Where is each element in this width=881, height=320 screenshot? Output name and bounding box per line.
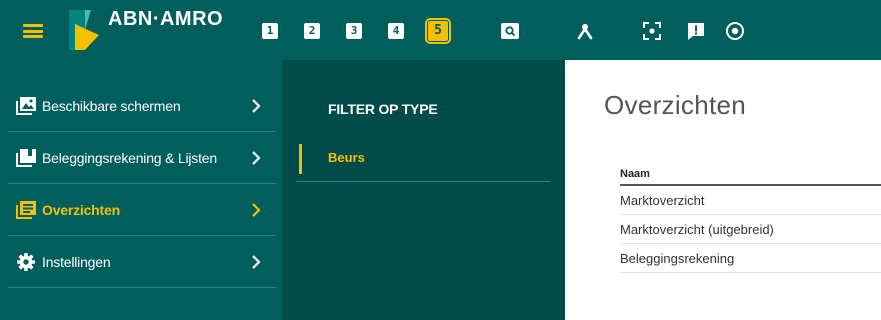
workspace-button-1[interactable]: 1 xyxy=(262,23,278,39)
sidebar-item-beschikbare-schermen[interactable]: Beschikbare schermen xyxy=(0,80,276,132)
focus-icon[interactable] xyxy=(642,21,662,41)
workspace-button-5[interactable]: 5 xyxy=(425,18,451,44)
filter-item-beurs[interactable]: Beurs xyxy=(296,144,550,182)
filter-heading: FILTER OP TYPE xyxy=(328,101,438,117)
chevron-right-icon xyxy=(252,151,261,165)
network-icon[interactable] xyxy=(575,21,595,41)
sidebar-item-label: Instellingen xyxy=(42,254,111,270)
table-row[interactable]: Marktoverzicht (uitgebreid) xyxy=(620,215,881,244)
sidebar-item-label: Beleggingsrekening & Lijsten xyxy=(42,150,217,166)
stack-icon xyxy=(16,149,36,167)
chevron-right-icon xyxy=(252,203,261,217)
brand-name: ABN·AMRO xyxy=(108,8,224,30)
sidebar-menu: Beschikbare schermen Beleggingsrekening … xyxy=(0,60,282,320)
divider xyxy=(8,287,276,288)
table-row[interactable]: Beleggingsrekening xyxy=(620,244,881,273)
page-title: Overzichten xyxy=(604,90,747,120)
sidebar-item-beleggingsrekening-lijsten[interactable]: Beleggingsrekening & Lijsten xyxy=(0,132,276,184)
filter-panel: FILTER OP TYPE Beurs xyxy=(282,60,565,320)
filter-item-label: Beurs xyxy=(328,150,365,165)
sidebar-item-label: Overzichten xyxy=(42,202,120,218)
main-content: Overzichten Naam Marktoverzicht Marktove… xyxy=(565,60,881,320)
chevron-right-icon xyxy=(252,99,261,113)
workspace-button-2[interactable]: 2 xyxy=(304,23,320,39)
workspace-button-3[interactable]: 3 xyxy=(346,23,362,39)
sidebar-item-overzichten[interactable]: Overzichten xyxy=(0,184,276,236)
image-icon xyxy=(16,97,36,115)
menu-icon[interactable] xyxy=(23,24,43,38)
message-icon[interactable] xyxy=(686,21,706,41)
table-row[interactable]: Marktoverzicht xyxy=(620,186,881,215)
workspace-button-4[interactable]: 4 xyxy=(388,23,404,39)
list-icon xyxy=(16,201,36,219)
abn-amro-shield-logo xyxy=(69,10,99,50)
chevron-right-icon xyxy=(252,255,261,269)
column-header-naam[interactable]: Naam xyxy=(620,164,881,186)
search-icon[interactable] xyxy=(500,21,520,41)
top-bar: ABN·AMRO 1 2 3 4 5 xyxy=(0,0,881,60)
gear-icon xyxy=(17,253,35,271)
sidebar-item-instellingen[interactable]: Instellingen xyxy=(0,236,276,288)
selection-indicator xyxy=(299,144,302,174)
overview-table: Naam Marktoverzicht Marktoverzicht (uitg… xyxy=(620,164,881,273)
target-icon[interactable] xyxy=(725,21,745,41)
divider xyxy=(296,181,550,182)
sidebar-item-label: Beschikbare schermen xyxy=(42,98,181,114)
